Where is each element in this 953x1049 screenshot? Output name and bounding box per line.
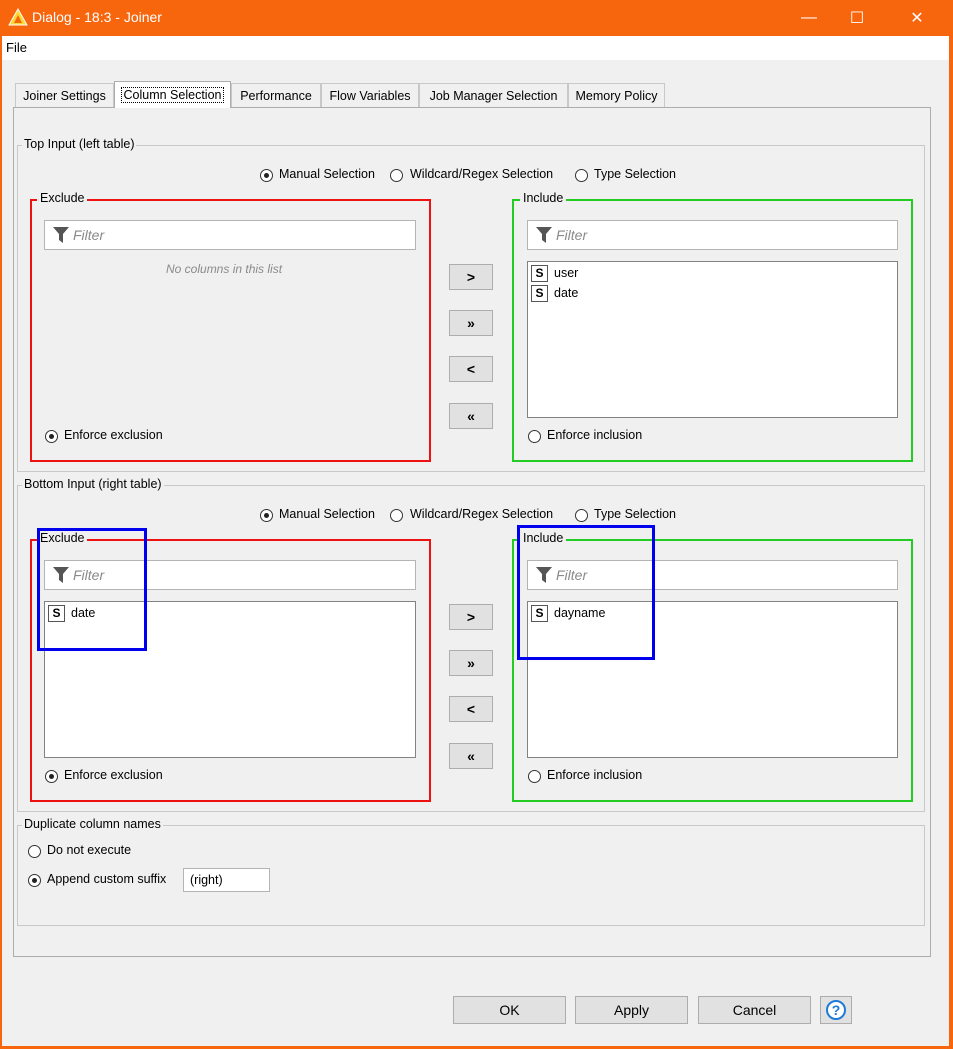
top-remove-all-button[interactable]: « [449, 403, 493, 429]
bottom-add-button[interactable]: > [449, 604, 493, 630]
highlight-box-exclude [37, 528, 147, 651]
tab-label: Job Manager Selection [429, 88, 558, 103]
top-enforce-exclusion-radio[interactable] [45, 430, 58, 443]
top-include-filter-input[interactable]: Filter [527, 220, 898, 250]
bottom-mode-wildcard-radio[interactable] [390, 509, 403, 522]
list-item[interactable]: S date [531, 284, 578, 302]
tab-column-selection[interactable]: Column Selection [114, 81, 231, 108]
list-item[interactable]: S user [531, 264, 578, 282]
title-bar: Dialog - 18:3 - Joiner — ☐ ✕ [0, 0, 953, 36]
knime-warning-icon [8, 8, 28, 26]
help-icon: ? [826, 1000, 846, 1020]
tab-job-manager-selection[interactable]: Job Manager Selection [419, 83, 568, 107]
top-exclude-empty-message: No columns in this list [166, 262, 283, 276]
tab-flow-variables[interactable]: Flow Variables [321, 83, 419, 107]
suffix-input[interactable]: (right) [183, 868, 270, 892]
top-enforce-exclusion-label: Enforce exclusion [64, 428, 163, 442]
menu-bar: File [2, 36, 949, 60]
bottom-add-all-button[interactable]: » [449, 650, 493, 676]
top-mode-type-label: Type Selection [594, 167, 676, 181]
string-type-icon: S [531, 284, 548, 302]
top-add-all-button[interactable]: » [449, 310, 493, 336]
cancel-button[interactable]: Cancel [698, 996, 811, 1024]
ok-button[interactable]: OK [453, 996, 566, 1024]
top-enforce-inclusion-radio[interactable] [528, 430, 541, 443]
top-include-list[interactable]: S user S date [527, 261, 898, 418]
tab-joiner-settings[interactable]: Joiner Settings [15, 83, 114, 107]
window-frame-left [0, 36, 2, 1049]
column-name: user [554, 266, 579, 280]
append-suffix-label: Append custom suffix [47, 872, 167, 886]
filter-placeholder: Filter [73, 227, 105, 243]
bottom-mode-type-radio[interactable] [575, 509, 588, 522]
filter-icon [536, 227, 552, 243]
top-mode-manual-radio[interactable] [260, 169, 273, 182]
bottom-enforce-inclusion-radio[interactable] [528, 770, 541, 783]
top-mode-manual-label: Manual Selection [279, 167, 375, 181]
close-button[interactable]: ✕ [894, 0, 940, 36]
bottom-enforce-exclusion-radio[interactable] [45, 770, 58, 783]
bottom-remove-all-button[interactable]: « [449, 743, 493, 769]
string-type-icon: S [531, 264, 548, 282]
tab-label: Joiner Settings [23, 88, 106, 103]
window-title: Dialog - 18:3 - Joiner [32, 9, 162, 25]
bottom-mode-manual-radio[interactable] [260, 509, 273, 522]
top-input-title: Top Input (left table) [22, 137, 137, 151]
top-remove-button[interactable]: < [449, 356, 493, 382]
bottom-enforce-exclusion-label: Enforce exclusion [64, 768, 163, 782]
top-mode-wildcard-label: Wildcard/Regex Selection [410, 167, 554, 181]
top-exclude-title: Exclude [37, 191, 88, 205]
do-not-execute-label: Do not execute [47, 843, 132, 857]
bottom-enforce-inclusion-label: Enforce inclusion [547, 768, 643, 782]
append-suffix-radio[interactable] [28, 874, 41, 887]
minimize-button[interactable]: — [786, 0, 832, 36]
column-name: date [554, 286, 579, 300]
top-exclude-filter-input[interactable]: Filter [44, 220, 416, 250]
maximize-button[interactable]: ☐ [834, 0, 880, 36]
tab-label: Flow Variables [329, 88, 411, 103]
bottom-input-title: Bottom Input (right table) [22, 477, 164, 491]
filter-icon [53, 227, 69, 243]
top-add-button[interactable]: > [449, 264, 493, 290]
tab-memory-policy[interactable]: Memory Policy [568, 83, 665, 107]
tab-label: Performance [240, 88, 312, 103]
bottom-mode-type-label: Type Selection [594, 507, 676, 521]
bottom-mode-manual-label: Manual Selection [279, 507, 375, 521]
do-not-execute-radio[interactable] [28, 845, 41, 858]
top-enforce-inclusion-label: Enforce inclusion [547, 428, 643, 442]
tab-label: Column Selection [120, 87, 225, 103]
window-frame-right [949, 36, 953, 1049]
top-include-title: Include [520, 191, 567, 205]
tab-performance[interactable]: Performance [231, 83, 321, 107]
bottom-mode-wildcard-label: Wildcard/Regex Selection [410, 507, 554, 521]
filter-placeholder: Filter [556, 227, 588, 243]
top-mode-type-radio[interactable] [575, 169, 588, 182]
highlight-box-include [517, 525, 655, 660]
menu-file[interactable]: File [6, 40, 27, 55]
help-button[interactable]: ? [820, 996, 852, 1024]
tab-label: Memory Policy [575, 88, 658, 103]
top-mode-wildcard-radio[interactable] [390, 169, 403, 182]
duplicate-names-title: Duplicate column names [22, 817, 163, 831]
apply-button[interactable]: Apply [575, 996, 688, 1024]
bottom-remove-button[interactable]: < [449, 696, 493, 722]
